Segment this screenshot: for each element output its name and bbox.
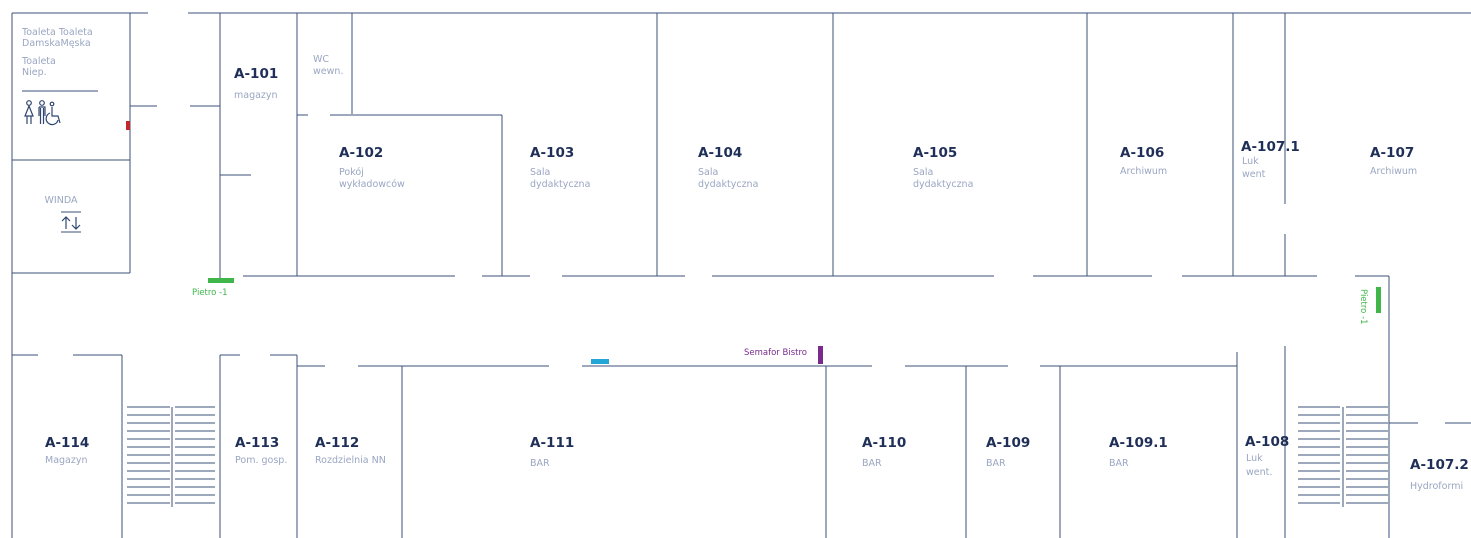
room-desc: BAR bbox=[986, 458, 1006, 469]
room-a-112[interactable]: A-112 Rozdzielnia NN bbox=[315, 435, 386, 466]
room-a-106[interactable]: A-106 Archiwum bbox=[1120, 145, 1167, 177]
room-code: A-112 bbox=[315, 435, 359, 451]
room-desc: Sala bbox=[530, 167, 550, 178]
room-code: A-107.2 bbox=[1410, 457, 1469, 473]
room-a-107[interactable]: A-107 Archiwum bbox=[1370, 145, 1417, 177]
room-desc: dydaktyczna bbox=[530, 179, 590, 190]
entrance-marker bbox=[591, 359, 609, 364]
room-desc: BAR bbox=[862, 458, 882, 469]
room-desc: went bbox=[1242, 169, 1266, 180]
stairs-label-right: Pietro -1 bbox=[1358, 289, 1368, 325]
room-a-104[interactable]: A-104 Sala dydaktyczna bbox=[698, 145, 758, 190]
room-desc: Archiwum bbox=[1370, 166, 1417, 177]
room-wc-internal[interactable]: WC wewn. bbox=[313, 54, 343, 77]
stairs-marker-left[interactable] bbox=[208, 278, 234, 283]
room-code: A-108 bbox=[1245, 434, 1289, 450]
room-desc: dydaktyczna bbox=[913, 179, 973, 190]
room-desc: magazyn bbox=[234, 90, 278, 101]
room-a-101[interactable]: A-101 magazyn bbox=[234, 66, 278, 101]
room-code: A-110 bbox=[862, 435, 906, 451]
toilets-label-4: Niep. bbox=[22, 67, 47, 78]
room-code: A-105 bbox=[913, 145, 957, 161]
toilets-label-3: Toaleta bbox=[21, 56, 56, 67]
room-a-108[interactable]: A-108 Luk went. bbox=[1245, 434, 1289, 478]
room-desc: BAR bbox=[530, 458, 550, 469]
wheelchair-icon bbox=[45, 101, 61, 126]
room-code: A-107.1 bbox=[1241, 139, 1300, 155]
room-desc: Rozdzielnia NN bbox=[315, 455, 386, 466]
floor-plan-map: Toaleta Toaleta DamskaMęska Toaleta Niep… bbox=[11, 12, 1471, 538]
room-code: A-104 bbox=[698, 145, 742, 161]
bistro-marker[interactable] bbox=[818, 346, 823, 364]
toilets-area[interactable]: Toaleta Toaleta DamskaMęska Toaleta Niep… bbox=[21, 27, 93, 126]
room-a-102[interactable]: A-102 Pokój wykładowców bbox=[339, 145, 405, 190]
room-a-113[interactable]: A-113 Pom. gosp. bbox=[235, 435, 287, 466]
room-a-114[interactable]: A-114 Magazyn bbox=[45, 435, 89, 466]
room-code: A-101 bbox=[234, 66, 278, 82]
room-a-105[interactable]: A-105 Sala dydaktyczna bbox=[913, 145, 973, 190]
room-code: A-111 bbox=[530, 435, 574, 451]
room-desc: dydaktyczna bbox=[698, 179, 758, 190]
toilets-label-1: Toaleta Toaleta bbox=[21, 27, 93, 38]
room-code: A-109 bbox=[986, 435, 1030, 451]
room-desc: Archiwum bbox=[1120, 166, 1167, 177]
room-a-109[interactable]: A-109 BAR bbox=[986, 435, 1030, 469]
room-a-103[interactable]: A-103 Sala dydaktyczna bbox=[530, 145, 590, 190]
elevator-arrows-icon bbox=[61, 211, 81, 233]
male-icon bbox=[38, 100, 46, 124]
room-desc: Luk bbox=[1242, 156, 1259, 167]
room-desc: Magazyn bbox=[45, 455, 88, 466]
stairs-marker-right[interactable] bbox=[1376, 287, 1381, 313]
room-a-109-1[interactable]: A-109.1 BAR bbox=[1109, 435, 1168, 469]
room-code: A-102 bbox=[339, 145, 383, 161]
room-code: A-114 bbox=[45, 435, 89, 451]
room-desc: went. bbox=[1246, 467, 1272, 478]
elevator-label: WINDA bbox=[45, 195, 78, 206]
stairs-label-left: Pietro -1 bbox=[192, 288, 228, 298]
room-code: A-103 bbox=[530, 145, 574, 161]
room-desc: Hydroformi bbox=[1410, 481, 1463, 492]
room-desc: Pom. gosp. bbox=[235, 455, 287, 466]
room-desc: Luk bbox=[1246, 453, 1263, 464]
room-desc: WC bbox=[313, 54, 329, 65]
room-desc: wewn. bbox=[313, 66, 343, 77]
room-desc: Pokój bbox=[339, 167, 364, 178]
elevator[interactable]: WINDA bbox=[45, 195, 81, 233]
door-marker bbox=[126, 121, 130, 130]
room-desc: Sala bbox=[698, 167, 718, 178]
room-code: A-106 bbox=[1120, 145, 1164, 161]
room-code: A-109.1 bbox=[1109, 435, 1168, 451]
toilets-label-2: DamskaMęska bbox=[22, 38, 91, 49]
room-desc: wykładowców bbox=[339, 179, 405, 190]
room-desc: Sala bbox=[913, 167, 933, 178]
room-code: A-107 bbox=[1370, 145, 1414, 161]
room-desc: BAR bbox=[1109, 458, 1129, 469]
female-icon bbox=[24, 100, 34, 124]
room-a-107-1[interactable]: A-107.1 Luk went bbox=[1241, 139, 1300, 180]
bistro-label: Semafor Bistro bbox=[744, 348, 807, 358]
room-a-107-2[interactable]: A-107.2 Hydroformi bbox=[1410, 457, 1469, 492]
room-code: A-113 bbox=[235, 435, 279, 451]
room-a-110[interactable]: A-110 BAR bbox=[862, 435, 906, 469]
room-a-111[interactable]: A-111 BAR bbox=[530, 435, 574, 469]
